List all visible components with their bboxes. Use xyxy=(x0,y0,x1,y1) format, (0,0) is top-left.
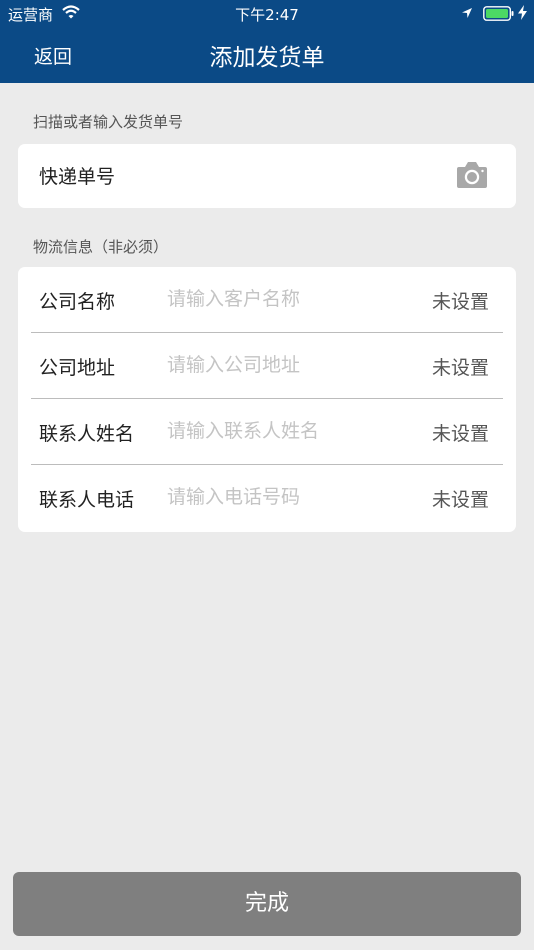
tracking-number-label: 快递单号 xyxy=(39,166,116,188)
contact-name-status: 未设置 xyxy=(431,423,489,445)
camera-icon[interactable] xyxy=(456,160,488,190)
scan-section-label: 扫描或者输入发货单号 xyxy=(33,113,184,131)
contact-name-label: 联系人姓名 xyxy=(39,423,135,445)
contact-phone-row: 联系人电话 未设置 xyxy=(18,465,516,531)
done-button[interactable]: 完成 xyxy=(13,872,521,936)
contact-phone-input[interactable] xyxy=(167,479,417,515)
company-name-row: 公司名称 未设置 xyxy=(18,267,516,333)
company-address-input[interactable] xyxy=(167,347,417,383)
page-title: 添加发货单 xyxy=(209,45,325,71)
company-address-label: 公司地址 xyxy=(39,357,116,379)
contact-name-row: 联系人姓名 未设置 xyxy=(18,399,516,465)
company-address-status: 未设置 xyxy=(431,357,489,379)
company-address-row: 公司地址 未设置 xyxy=(18,333,516,399)
battery-icon xyxy=(483,6,514,21)
contact-phone-status: 未设置 xyxy=(431,489,489,511)
company-name-status: 未设置 xyxy=(431,291,489,313)
company-name-label: 公司名称 xyxy=(39,291,116,313)
contact-phone-label: 联系人电话 xyxy=(39,489,135,511)
logistics-info-card: 公司名称 未设置 公司地址 未设置 联系人姓名 未设置 联系人电话 未设置 xyxy=(18,267,516,532)
location-arrow-icon xyxy=(462,8,472,18)
company-name-input[interactable] xyxy=(167,281,417,317)
tracking-number-card[interactable]: 快递单号 xyxy=(18,144,516,208)
navigation-bar: 运营商 下午2:47 返回 添加发货单 xyxy=(0,0,534,83)
charging-bolt-icon xyxy=(518,5,527,20)
logistics-section-label: 物流信息（非必须） xyxy=(33,238,169,256)
contact-name-input[interactable] xyxy=(167,413,417,449)
clock: 下午2:47 xyxy=(235,6,299,24)
status-bar: 运营商 下午2:47 xyxy=(0,0,534,28)
